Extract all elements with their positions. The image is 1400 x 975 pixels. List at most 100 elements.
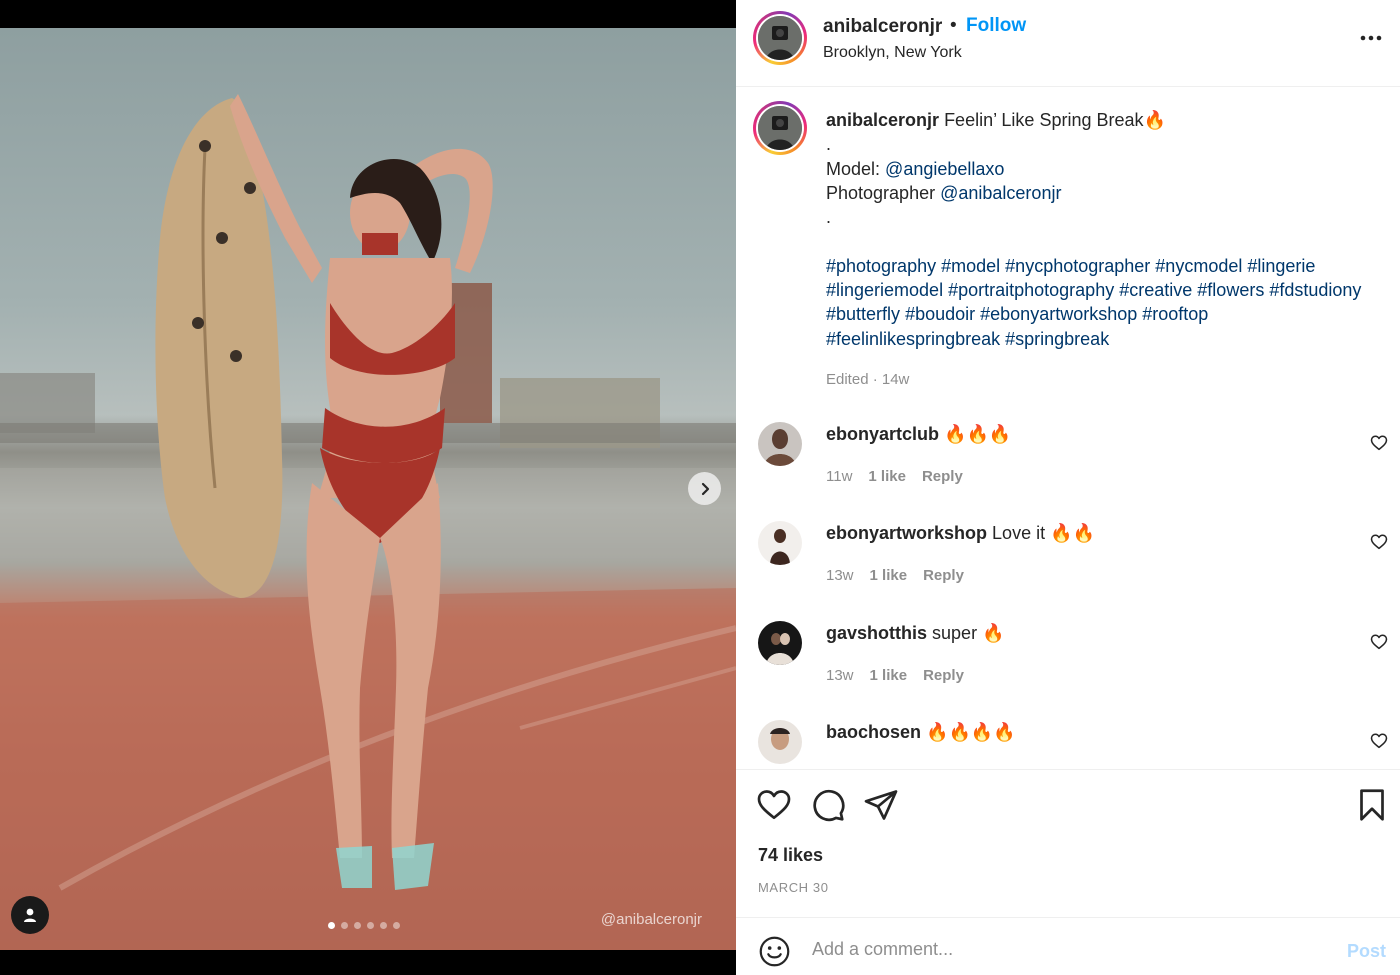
hashtag-link[interactable]: #nycphotographer	[1005, 256, 1150, 276]
comment-reply-button[interactable]: Reply	[922, 468, 963, 485]
hashtag-link[interactable]: #nycmodel	[1155, 256, 1242, 276]
follow-button[interactable]: Follow	[966, 15, 1026, 37]
next-slide-button[interactable]	[688, 472, 721, 505]
carousel-dot	[341, 922, 348, 929]
post-media: @anibalceronjr	[0, 0, 736, 975]
hashtag-link[interactable]: #photography	[826, 256, 936, 276]
hashtag-link[interactable]: #ebonyartworkshop	[980, 304, 1137, 324]
bookmark-save-icon[interactable]	[1354, 787, 1390, 823]
comment-meta: 13w 1 like Reply	[826, 567, 964, 584]
comment-likes[interactable]: 1 like	[868, 468, 906, 485]
avatar-image	[758, 106, 802, 150]
hashtag-link[interactable]: #portraitphotography	[948, 280, 1114, 300]
comment-item: gavshotthis super 🔥 13w 1 like Reply	[736, 621, 1400, 711]
caption-dot: .	[826, 207, 832, 228]
carousel-dot	[380, 922, 387, 929]
heart-icon[interactable]	[1370, 732, 1388, 750]
hashtag-link[interactable]: #lingeriemodel	[826, 280, 943, 300]
like-heart-icon[interactable]	[756, 787, 792, 823]
add-comment-bar: Post	[736, 917, 1400, 975]
model-mention-link[interactable]: @angiebellaxo	[885, 159, 1004, 179]
hashtag-link[interactable]: #model	[941, 256, 1000, 276]
commenter-avatar[interactable]	[758, 720, 802, 764]
post-author-username[interactable]: anibalceronjr	[823, 16, 942, 38]
comment-text: gavshotthis super 🔥	[826, 623, 1004, 644]
post-date: MARCH 30	[758, 880, 829, 895]
comment-reply-button[interactable]: Reply	[923, 667, 964, 684]
likes-count[interactable]: 74 likes	[758, 845, 823, 866]
emoji-icon[interactable]	[758, 935, 791, 968]
comment-icon[interactable]	[810, 787, 846, 823]
commenter-username[interactable]: ebonyartclub	[826, 424, 939, 444]
comment-likes[interactable]: 1 like	[870, 667, 908, 684]
heart-icon[interactable]	[1370, 633, 1388, 651]
heart-icon[interactable]	[1370, 533, 1388, 551]
post-details-panel: anibalceronjr • Follow Brooklyn, New Yor…	[736, 0, 1400, 975]
carousel-indicator	[328, 922, 400, 929]
carousel-dot	[367, 922, 374, 929]
model-label: Model:	[826, 158, 881, 179]
hashtag-link[interactable]: #flowers	[1197, 280, 1264, 300]
chevron-right-icon	[701, 482, 709, 495]
caption-story-ring[interactable]	[753, 101, 807, 155]
post-location[interactable]: Brooklyn, New York	[823, 44, 962, 62]
commenter-username[interactable]: baochosen	[826, 722, 921, 742]
commenter-username[interactable]: gavshotthis	[826, 623, 927, 643]
comment-likes[interactable]: 1 like	[870, 567, 908, 584]
carousel-dot	[354, 922, 361, 929]
comment-body: 🔥🔥🔥	[944, 424, 1012, 444]
comment-age: 13w	[826, 567, 854, 584]
comment-meta: 13w 1 like Reply	[826, 667, 964, 684]
comment-text: ebonyartworkshop Love it 🔥🔥	[826, 523, 1095, 544]
caption-avatar	[758, 106, 802, 150]
commenter-avatar[interactable]	[758, 621, 802, 665]
comment-item: ebonyartworkshop Love it 🔥🔥 13w 1 like R…	[736, 521, 1400, 611]
heart-icon[interactable]	[1370, 434, 1388, 452]
hashtag-link[interactable]: #rooftop	[1142, 304, 1208, 324]
header-separator: •	[950, 15, 957, 36]
hashtag-link[interactable]: #springbreak	[1005, 329, 1109, 349]
hashtag-link[interactable]: #feelinlikespringbreak	[826, 329, 1000, 349]
caption-username[interactable]: anibalceronjr	[826, 110, 939, 130]
post-photo[interactable]: @anibalceronjr	[0, 28, 736, 950]
user-tag-icon	[24, 908, 36, 922]
post-caption: anibalceronjr Feelin’ Like Spring Break🔥…	[826, 108, 1386, 351]
caption-dot: .	[826, 134, 832, 155]
hashtag-link[interactable]: #lingerie	[1247, 256, 1315, 276]
commenter-avatar[interactable]	[758, 521, 802, 565]
comment-item: baochosen 🔥🔥🔥🔥	[736, 720, 1400, 769]
comment-age: 11w	[826, 468, 853, 485]
comment-input[interactable]	[812, 932, 1312, 966]
comments-section[interactable]: anibalceronjr Feelin’ Like Spring Break🔥…	[736, 88, 1400, 769]
comment-text: ebonyartclub 🔥🔥🔥	[826, 424, 1011, 445]
hashtag-link[interactable]: #boudoir	[905, 304, 975, 324]
commenter-avatar[interactable]	[758, 422, 802, 466]
commenter-username[interactable]: ebonyartworkshop	[826, 523, 987, 543]
post-comment-button[interactable]: Post	[1347, 941, 1386, 962]
caption-edited-time: Edited · 14w	[826, 371, 910, 388]
photographer-mention-link[interactable]: @anibalceronjr	[940, 183, 1061, 203]
comment-reply-button[interactable]: Reply	[923, 567, 964, 584]
hashtag-link[interactable]: #fdstudiony	[1269, 280, 1361, 300]
caption-first-line: anibalceronjr Feelin’ Like Spring Break🔥	[826, 108, 1386, 132]
caption-model-line: Model: @angiebellaxo	[826, 157, 1386, 181]
caption-title: Feelin’ Like Spring Break🔥	[944, 110, 1166, 130]
more-horizontal-icon[interactable]	[1356, 26, 1386, 50]
avatar-image	[758, 521, 802, 565]
comment-item: ebonyartclub 🔥🔥🔥 11w 1 like Reply	[736, 422, 1400, 512]
avatar-image	[758, 621, 802, 665]
user-tag-button[interactable]	[11, 896, 49, 934]
story-ring[interactable]	[753, 11, 807, 65]
carousel-dot	[328, 922, 335, 929]
carousel-dot	[393, 922, 400, 929]
caption-hashtags: #photography #model #nycphotographer #ny…	[826, 254, 1386, 351]
comment-text: baochosen 🔥🔥🔥🔥	[826, 722, 1016, 743]
comment-meta: 11w 1 like Reply	[826, 468, 963, 485]
hashtag-link[interactable]: #butterfly	[826, 304, 900, 324]
caption-photographer-line: Photographer @anibalceronjr	[826, 181, 1386, 205]
avatar-image	[758, 720, 802, 764]
share-send-icon[interactable]	[863, 787, 899, 823]
post-actions: 74 likes MARCH 30	[736, 769, 1400, 917]
hashtag-link[interactable]: #creative	[1119, 280, 1192, 300]
photographer-label: Photographer	[826, 182, 936, 203]
